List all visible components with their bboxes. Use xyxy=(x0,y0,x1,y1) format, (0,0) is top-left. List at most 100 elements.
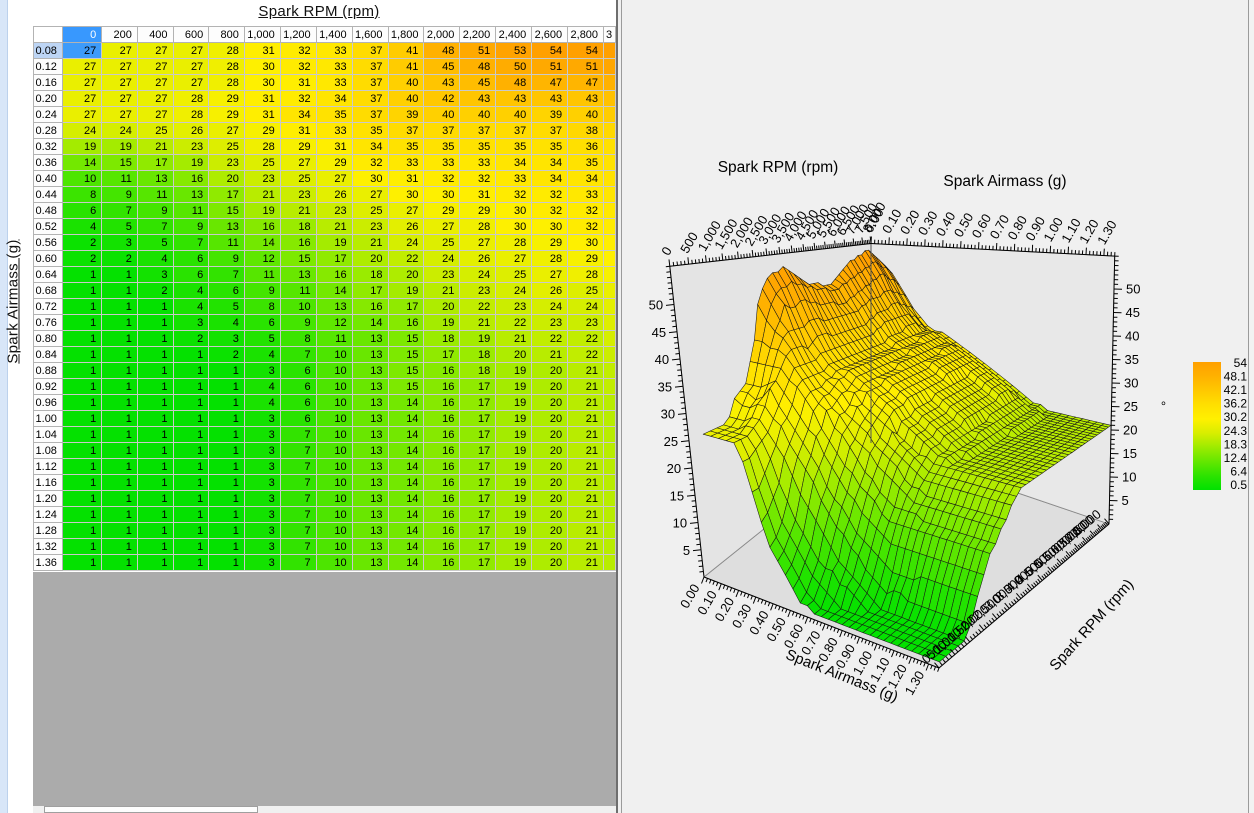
table-cell[interactable]: 3 xyxy=(244,523,280,539)
table-cell[interactable]: 28 xyxy=(496,235,532,251)
table-cell[interactable]: 1 xyxy=(62,491,101,507)
table-cell[interactable]: 6 xyxy=(280,395,316,411)
table-cell[interactable]: 23 xyxy=(496,299,532,315)
table-cell[interactable]: 17 xyxy=(460,411,496,427)
table-cell[interactable]: 23 xyxy=(568,315,604,331)
table-cell[interactable]: 7 xyxy=(280,523,316,539)
row-header[interactable]: 1.28 xyxy=(34,523,63,539)
table-cell-partial[interactable] xyxy=(604,251,616,267)
table-cell[interactable]: 1 xyxy=(102,267,138,283)
table-cell[interactable]: 1 xyxy=(102,363,138,379)
table-cell[interactable]: 26 xyxy=(460,251,496,267)
table-cell[interactable]: 14 xyxy=(388,427,424,443)
table-cell[interactable]: 29 xyxy=(280,139,316,155)
table-cell[interactable]: 1 xyxy=(137,523,173,539)
table-cell[interactable]: 27 xyxy=(102,59,138,75)
table-cell[interactable]: 16 xyxy=(424,539,460,555)
table-cell[interactable]: 17 xyxy=(460,491,496,507)
table-cell[interactable]: 3 xyxy=(244,363,280,379)
table-cell[interactable]: 33 xyxy=(460,155,496,171)
table-cell[interactable]: 24 xyxy=(496,283,532,299)
row-header[interactable]: 1.20 xyxy=(34,491,63,507)
table-cell[interactable]: 3 xyxy=(173,315,209,331)
table-cell[interactable]: 7 xyxy=(280,347,316,363)
table-cell[interactable]: 1 xyxy=(173,491,209,507)
table-cell[interactable]: 1 xyxy=(137,475,173,491)
table-cell[interactable]: 3 xyxy=(244,491,280,507)
row-header[interactable]: 0.48 xyxy=(34,203,63,219)
table-cell[interactable]: 27 xyxy=(62,107,101,123)
table-cell[interactable]: 23 xyxy=(244,171,280,187)
row-header[interactable]: 0.56 xyxy=(34,235,63,251)
table-cell[interactable]: 1 xyxy=(173,507,209,523)
row-header[interactable]: 0.36 xyxy=(34,155,63,171)
table-cell[interactable]: 35 xyxy=(316,107,352,123)
table-cell[interactable]: 17 xyxy=(460,395,496,411)
table-cell[interactable]: 1 xyxy=(173,427,209,443)
table-cell[interactable]: 19 xyxy=(496,555,532,571)
table-cell[interactable]: 16 xyxy=(280,235,316,251)
row-header[interactable]: 0.92 xyxy=(34,379,63,395)
table-cell[interactable]: 34 xyxy=(532,155,568,171)
table-cell[interactable]: 27 xyxy=(173,43,209,59)
table-cell[interactable]: 7 xyxy=(173,235,209,251)
table-cell[interactable]: 1 xyxy=(173,379,209,395)
table-corner-cell[interactable] xyxy=(34,27,63,43)
table-cell[interactable]: 19 xyxy=(62,139,101,155)
table-cell[interactable]: 17 xyxy=(460,555,496,571)
table-cell[interactable]: 22 xyxy=(460,299,496,315)
table-cell[interactable]: 4 xyxy=(137,251,173,267)
col-header[interactable]: 2,400 xyxy=(496,27,532,43)
table-cell-partial[interactable] xyxy=(604,395,616,411)
table-cell-partial[interactable] xyxy=(604,539,616,555)
table-cell[interactable]: 27 xyxy=(532,267,568,283)
table-cell[interactable]: 1 xyxy=(137,331,173,347)
table-cell[interactable]: 29 xyxy=(424,203,460,219)
table-cell[interactable]: 14 xyxy=(388,475,424,491)
table-cell[interactable]: 1 xyxy=(173,411,209,427)
table-cell[interactable]: 1 xyxy=(102,427,138,443)
table-cell[interactable]: 27 xyxy=(102,75,138,91)
table-cell[interactable]: 1 xyxy=(137,395,173,411)
table-cell[interactable]: 19 xyxy=(496,443,532,459)
table-cell[interactable]: 9 xyxy=(102,187,138,203)
table-cell[interactable]: 14 xyxy=(388,411,424,427)
table-cell[interactable]: 20 xyxy=(532,363,568,379)
table-cell[interactable]: 29 xyxy=(532,235,568,251)
table-cell[interactable]: 25 xyxy=(209,139,245,155)
table-cell[interactable]: 30 xyxy=(568,235,604,251)
col-header[interactable]: 0 xyxy=(62,27,101,43)
table-cell[interactable]: 17 xyxy=(460,539,496,555)
table-cell[interactable]: 27 xyxy=(102,91,138,107)
table-cell[interactable]: 13 xyxy=(352,427,388,443)
table-cell[interactable]: 27 xyxy=(102,43,138,59)
table-cell-partial[interactable] xyxy=(604,411,616,427)
table-cell[interactable]: 13 xyxy=(352,363,388,379)
table-cell[interactable]: 36 xyxy=(568,139,604,155)
table-cell[interactable]: 4 xyxy=(244,395,280,411)
table-cell[interactable]: 7 xyxy=(280,555,316,571)
table-cell[interactable]: 21 xyxy=(352,235,388,251)
table-cell[interactable]: 29 xyxy=(460,203,496,219)
table-cell[interactable]: 27 xyxy=(62,43,101,59)
table-cell[interactable]: 35 xyxy=(388,139,424,155)
table-cell[interactable]: 13 xyxy=(137,171,173,187)
table-cell[interactable]: 10 xyxy=(316,507,352,523)
table-cell[interactable]: 15 xyxy=(209,203,245,219)
table-cell[interactable]: 10 xyxy=(316,475,352,491)
table-cell[interactable]: 40 xyxy=(460,107,496,123)
table-cell[interactable]: 1 xyxy=(173,443,209,459)
table-cell[interactable]: 27 xyxy=(496,251,532,267)
table-cell[interactable]: 17 xyxy=(460,459,496,475)
table-cell-partial[interactable] xyxy=(604,555,616,571)
col-header[interactable]: 1,400 xyxy=(316,27,352,43)
row-header[interactable]: 0.88 xyxy=(34,363,63,379)
table-cell[interactable]: 30 xyxy=(496,203,532,219)
table-cell[interactable]: 23 xyxy=(424,267,460,283)
col-header[interactable]: 600 xyxy=(173,27,209,43)
table-cell[interactable]: 1 xyxy=(102,411,138,427)
table-cell[interactable]: 21 xyxy=(424,283,460,299)
table-cell[interactable]: 1 xyxy=(102,459,138,475)
col-header[interactable]: 1,200 xyxy=(280,27,316,43)
table-cell[interactable]: 28 xyxy=(209,59,245,75)
